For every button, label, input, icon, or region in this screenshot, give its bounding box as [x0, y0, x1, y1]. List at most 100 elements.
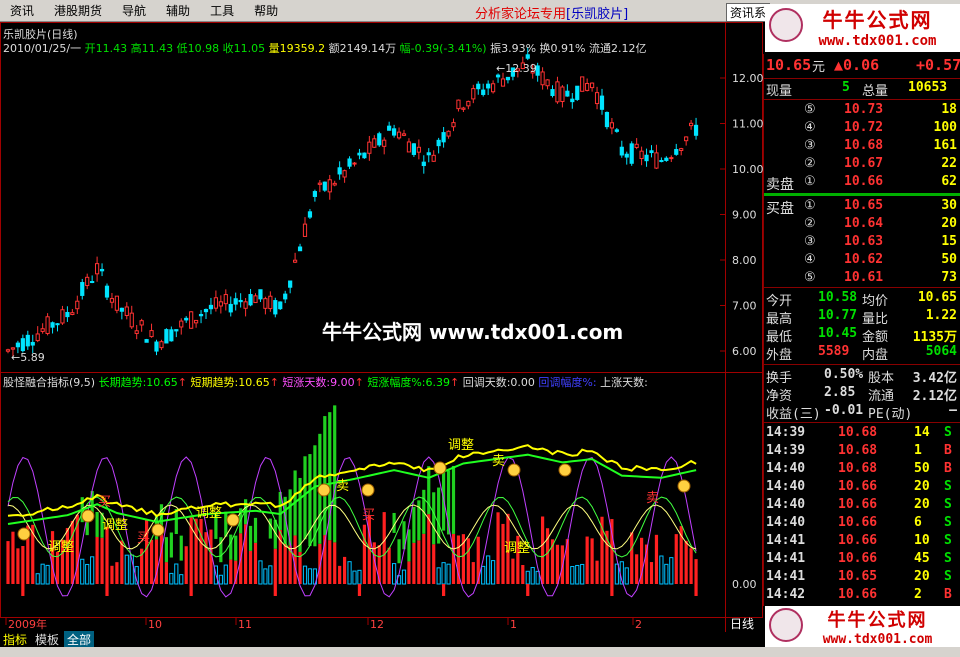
candle-body — [159, 341, 164, 349]
ask-volume: 62 — [941, 174, 957, 189]
price-low-mark: ←5.89 — [11, 351, 45, 364]
divider — [764, 78, 960, 79]
candle-body — [228, 303, 233, 313]
now-vol-val: 5 — [842, 80, 850, 95]
indicator-bar — [412, 542, 416, 584]
tick-volume: 10 — [914, 533, 930, 548]
ask-row: ② 10.67 22 — [764, 156, 960, 174]
indicator-bar — [258, 560, 263, 585]
indicator-bar — [95, 536, 99, 584]
indicator-bar — [521, 565, 525, 584]
candle-body — [263, 298, 268, 309]
candle-body — [208, 304, 214, 310]
candle-body — [253, 295, 258, 304]
candle-body — [20, 338, 25, 352]
candle-body — [5, 349, 11, 352]
menu-help[interactable]: 帮助 — [244, 2, 288, 19]
bid-row: ⑤ 10.61 73 — [764, 270, 960, 288]
indicator-bar — [654, 534, 659, 584]
signal-label: 卖 — [492, 454, 505, 469]
indicator-neg-bar — [610, 584, 614, 596]
price-tick-label: 11.00 — [732, 118, 763, 131]
tab-all[interactable]: 全部 — [64, 631, 95, 648]
candle-body — [50, 322, 55, 328]
signal-label: 卖 — [336, 479, 349, 494]
tick-price: 10.65 — [838, 569, 878, 584]
indicator-bar — [40, 563, 45, 585]
tick-direction: B — [944, 587, 952, 602]
indicator-axis-label: 0.00 — [732, 578, 757, 591]
indicator-bar — [674, 534, 678, 584]
menu-news[interactable]: 资讯 — [0, 2, 44, 19]
stat-value: 3.42亿 — [912, 371, 957, 386]
candle-body — [387, 125, 392, 131]
indicator-bar — [80, 558, 85, 585]
indicator-bar — [555, 544, 560, 584]
candle-body — [278, 301, 283, 310]
smiley-icon — [433, 461, 447, 475]
short-amp: 短涨幅度%:6.39 — [367, 376, 450, 389]
tick-direction: S — [944, 533, 952, 548]
stat-label: 外盘 — [766, 348, 793, 363]
candle-body — [213, 297, 219, 309]
indicator-bar — [624, 567, 629, 585]
candle-body — [80, 282, 85, 296]
indicator-green-bar — [224, 511, 228, 537]
tick-volume: 2 — [914, 587, 922, 602]
indicator-green-bar — [407, 529, 411, 562]
tick-time: 14:41 — [766, 551, 806, 566]
candle-body — [312, 191, 317, 197]
menu-hk-futures[interactable]: 港股期货 — [44, 2, 112, 19]
indicator-bar — [184, 546, 188, 584]
indicator-bar — [35, 573, 40, 585]
stat-row: 今开 10.58 均价 10.65 — [764, 290, 960, 309]
indicator-bar — [684, 540, 688, 584]
period-tab[interactable]: 日线 — [730, 615, 754, 632]
book-index: ⑤ — [804, 270, 816, 285]
bottom-tabs: 指标 模板 全部 — [0, 631, 760, 648]
candle-body — [619, 146, 624, 156]
menu-assist[interactable]: 辅助 — [156, 2, 200, 19]
bid-row: ② 10.64 20 — [764, 216, 960, 234]
indicator-bar — [436, 567, 441, 585]
ask-volume: 22 — [941, 156, 957, 171]
bid-volume: 73 — [941, 270, 957, 285]
tick-row: 14:40 10.66 20 S — [764, 479, 960, 497]
menu-navigate[interactable]: 导航 — [112, 2, 156, 19]
stat-row: 收益(三) -0.01 PE(动) — — [764, 403, 960, 422]
short-trend: 短期趋势:10.65 — [190, 376, 270, 389]
tick-volume: 45 — [914, 551, 930, 566]
tab-template[interactable]: 模板 — [32, 631, 62, 648]
change-label: 幅-0.39(-3.41%) — [399, 42, 487, 55]
signal-label: 调整 — [102, 518, 128, 533]
window-title: 分析家论坛专用[乐凯胶片] — [475, 3, 628, 22]
info-button[interactable]: 资讯系 — [726, 3, 771, 22]
candle-body — [594, 92, 600, 105]
menu-tools[interactable]: 工具 — [200, 2, 244, 19]
candle-body — [446, 130, 451, 137]
candle-body — [233, 298, 238, 305]
candle-body — [585, 82, 590, 91]
cow-logo-icon — [769, 608, 803, 642]
indicator-bar — [387, 547, 391, 584]
indicator-neg-bar — [442, 584, 446, 596]
candle-body — [288, 280, 293, 288]
price-tick-label: 7.00 — [732, 300, 757, 313]
book-index: ① — [804, 198, 816, 213]
candle-body — [461, 107, 466, 110]
candle-body — [337, 167, 342, 175]
indicator-neg-bar — [273, 584, 277, 596]
indicator-bar — [362, 524, 366, 584]
ask-volume: 18 — [941, 102, 957, 117]
tab-indicator[interactable]: 指标 — [0, 631, 30, 648]
candle-body — [362, 152, 367, 159]
candle-body — [154, 341, 159, 352]
indicator-bar — [145, 519, 149, 584]
indicator-bar — [218, 574, 223, 585]
indicator-green-bar — [432, 492, 436, 545]
short-trend-line — [7, 444, 697, 518]
tick-row: 14:40 10.66 6 S — [764, 515, 960, 533]
indicator-bar — [659, 555, 664, 585]
tick-volume: 20 — [914, 497, 930, 512]
stat-value: -0.01 — [824, 403, 864, 418]
